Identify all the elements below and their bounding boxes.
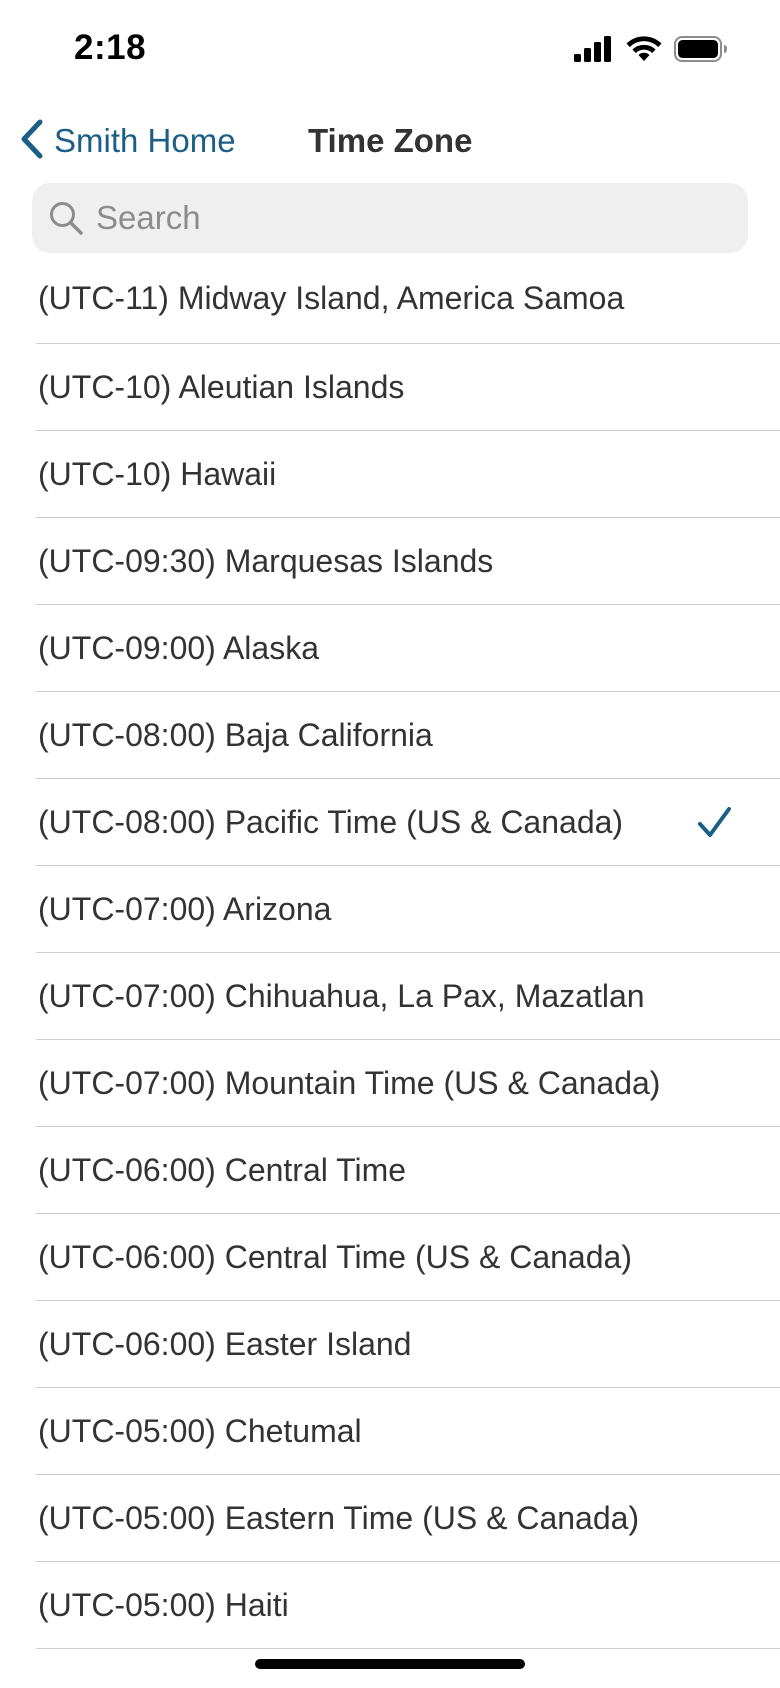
time-zone-label: (UTC-05:00) Haiti bbox=[38, 1587, 289, 1623]
time-zone-label: (UTC-05:00) Chetumal bbox=[38, 1413, 362, 1449]
time-zone-list: (UTC-11) Midway Island, America Samoa (UT… bbox=[36, 256, 780, 1649]
search-icon bbox=[48, 200, 84, 236]
time-zone-row[interactable]: (UTC-07:00) Arizona bbox=[36, 866, 780, 953]
time-zone-row[interactable]: (UTC-07:00) Chihuahua, La Pax, Mazatlan bbox=[36, 953, 780, 1040]
time-zone-label: (UTC-05:00) Eastern Time (US & Canada) bbox=[38, 1500, 640, 1536]
time-zone-label: (UTC-09:30) Marquesas Islands bbox=[38, 543, 494, 579]
checkmark-icon bbox=[694, 803, 734, 843]
battery-icon bbox=[674, 36, 728, 67]
time-zone-label: (UTC-07:00) Arizona bbox=[38, 891, 332, 927]
time-zone-row[interactable]: (UTC-06:00) Central Time bbox=[36, 1127, 780, 1214]
time-zone-label: (UTC-11) Midway Island, America Samoa bbox=[38, 280, 625, 316]
status-icons bbox=[574, 36, 728, 67]
time-zone-row[interactable]: (UTC-11) Midway Island, America Samoa bbox=[36, 256, 780, 344]
time-zone-label: (UTC-08:00) Pacific Time (US & Canada) bbox=[38, 804, 624, 840]
time-zone-row[interactable]: (UTC-08:00) Pacific Time (US & Canada) bbox=[36, 779, 780, 866]
time-zone-label: (UTC-08:00) Baja California bbox=[38, 717, 433, 753]
time-zone-row[interactable]: (UTC-06:00) Central Time (US & Canada) bbox=[36, 1214, 780, 1301]
navigation-bar: Smith Home Time Zone bbox=[0, 100, 780, 182]
time-zone-row[interactable]: (UTC-08:00) Baja California bbox=[36, 692, 780, 779]
time-zone-row[interactable]: (UTC-06:00) Easter Island bbox=[36, 1301, 780, 1388]
status-time: 2:18 bbox=[74, 28, 147, 67]
time-zone-row[interactable]: (UTC-05:00) Chetumal bbox=[36, 1388, 780, 1475]
time-zone-label: (UTC-06:00) Central Time bbox=[38, 1152, 407, 1188]
back-button-label: Smith Home bbox=[54, 122, 236, 159]
time-zone-label: (UTC-06:00) Central Time (US & Canada) bbox=[38, 1239, 632, 1275]
time-zone-row[interactable]: (UTC-09:00) Alaska bbox=[36, 605, 780, 692]
back-button[interactable]: Smith Home bbox=[18, 112, 236, 170]
time-zone-label: (UTC-09:00) Alaska bbox=[38, 630, 319, 666]
wifi-icon bbox=[626, 36, 662, 67]
time-zone-label: (UTC-10) Hawaii bbox=[38, 456, 277, 492]
time-zone-row[interactable]: (UTC-09:30) Marquesas Islands bbox=[36, 518, 780, 605]
page-title: Time Zone bbox=[308, 122, 473, 159]
time-zone-row[interactable]: (UTC-05:00) Eastern Time (US & Canada) bbox=[36, 1475, 780, 1562]
time-zone-label: (UTC-10) Aleutian Islands bbox=[38, 369, 405, 405]
time-zone-row[interactable]: (UTC-10) Hawaii bbox=[36, 431, 780, 518]
status-bar: 2:18 bbox=[0, 0, 780, 100]
time-zone-row[interactable]: (UTC-07:00) Mountain Time (US & Canada) bbox=[36, 1040, 780, 1127]
time-zone-label: (UTC-06:00) Easter Island bbox=[38, 1326, 412, 1362]
cellular-signal-icon bbox=[574, 36, 614, 67]
home-indicator[interactable] bbox=[255, 1659, 525, 1669]
time-zone-row[interactable]: (UTC-10) Aleutian Islands bbox=[36, 344, 780, 431]
chevron-left-icon bbox=[18, 118, 46, 165]
time-zone-label: (UTC-07:00) Chihuahua, La Pax, Mazatlan bbox=[38, 978, 645, 1014]
time-zone-label: (UTC-07:00) Mountain Time (US & Canada) bbox=[38, 1065, 661, 1101]
search-bar[interactable] bbox=[32, 183, 748, 253]
search-input[interactable] bbox=[96, 199, 696, 237]
time-zone-row[interactable]: (UTC-05:00) Haiti bbox=[36, 1562, 780, 1649]
